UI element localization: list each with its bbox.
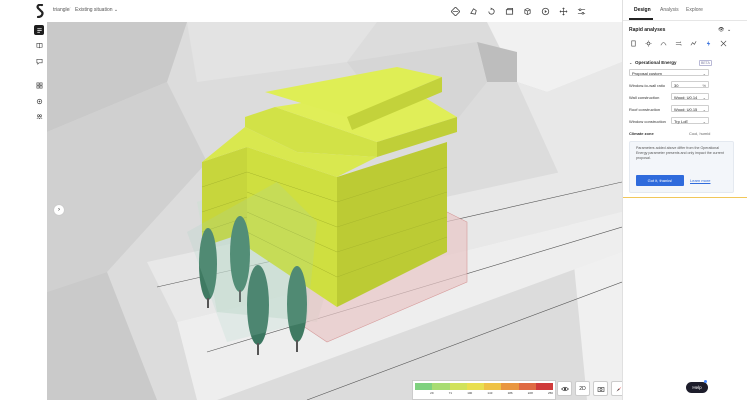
preset-value: Proposal custom — [632, 71, 662, 76]
wall-construction-value: Wood: U0.14 — [674, 95, 698, 100]
legend-swatch — [518, 383, 536, 390]
analysis-icon-row — [629, 39, 728, 48]
app-logo-icon[interactable] — [35, 4, 45, 18]
3d-viewport[interactable]: › 29 71 100 143 186 228 250 2D — [47, 22, 622, 400]
legend-swatch — [466, 383, 484, 390]
play-tool-icon[interactable] — [536, 4, 554, 18]
chevron-down-icon: ⌄ — [702, 95, 706, 100]
box-tool-icon[interactable] — [518, 4, 536, 18]
help-button[interactable]: Help — [686, 382, 708, 393]
got-it-button[interactable]: Got it, thanks! — [636, 175, 684, 186]
book-icon[interactable] — [34, 40, 44, 50]
chevron-down-icon: ⌄ — [113, 7, 119, 13]
chevron-right-icon: › — [58, 207, 60, 213]
comment-icon[interactable] — [34, 56, 44, 66]
learn-more-link[interactable]: Learn more — [690, 178, 710, 183]
color-legend: 29 71 100 143 186 228 250 — [412, 380, 556, 400]
breadcrumb-scenario[interactable]: Existing situation ⌄ — [75, 7, 118, 13]
viewport-controls: 2D — [557, 381, 622, 396]
legend-swatch — [415, 383, 433, 390]
window-to-wall-label: Window-to-wall ratio — [629, 83, 666, 88]
legend-swatch — [501, 383, 519, 390]
window-construction-value: Trp LoE — [674, 119, 689, 124]
left-rail — [0, 22, 47, 400]
beta-badge: BETA — [699, 60, 712, 66]
tab-design[interactable]: Design — [634, 7, 651, 13]
window-construction-select[interactable]: Trp LoE ⌄ — [671, 117, 709, 124]
tab-explore[interactable]: Explore — [686, 7, 703, 13]
legend-tick: 186 — [507, 391, 513, 395]
wall-construction-label: Wall construction — [629, 95, 660, 100]
breadcrumb-project[interactable]: triangle — [53, 7, 69, 13]
wind-analysis-icon[interactable] — [674, 39, 683, 48]
legend-swatch — [484, 383, 502, 390]
eye-icon[interactable]: 👁 — [718, 27, 724, 33]
rapid-analyses-title: Rapid analyses — [629, 27, 666, 33]
settings-icon[interactable] — [34, 96, 44, 106]
noise-analysis-icon[interactable] — [689, 39, 698, 48]
notice-text: Parameters added above differ from the O… — [636, 146, 724, 161]
toolbar — [446, 4, 590, 18]
legend-scale-bar — [415, 383, 553, 390]
preset-select[interactable]: Proposal custom ⌄ — [629, 69, 709, 76]
visibility-icon[interactable] — [557, 381, 572, 396]
proposals-icon[interactable] — [34, 25, 44, 35]
legend-swatch — [535, 383, 553, 390]
chevron-down-icon: ⌄ — [702, 71, 706, 76]
right-panel: Design Analysis Explore Rapid analyses 👁… — [622, 0, 747, 400]
roof-construction-label: Roof construction — [629, 107, 661, 112]
roof-construction-value: Wood: U0.15 — [674, 107, 698, 112]
panel-divider — [623, 197, 747, 198]
roof-construction-select[interactable]: Wood: U0.15 ⌄ — [671, 105, 709, 112]
grid-icon[interactable] — [34, 80, 44, 90]
tab-analysis[interactable]: Analysis — [660, 7, 679, 13]
building-analysis-icon[interactable] — [629, 39, 638, 48]
top-bar: triangle / Existing situation ⌄ — [0, 0, 622, 23]
filter-tool-icon[interactable] — [572, 4, 590, 18]
window-to-wall-value: 30 — [674, 83, 679, 88]
legend-swatch — [449, 383, 467, 390]
layers-tool-icon[interactable] — [500, 4, 518, 18]
legend-tick: 250 — [547, 391, 553, 395]
breadcrumb-separator: / — [69, 7, 71, 13]
legend-tick: 29 — [430, 391, 434, 395]
compass-icon[interactable] — [611, 381, 622, 396]
legend-tick: 143 — [487, 391, 493, 395]
help-notification-dot — [704, 380, 707, 383]
climate-zone-value: Cool, humid — [689, 131, 711, 136]
expand-panel-button[interactable]: › — [53, 204, 65, 216]
scene-render[interactable] — [47, 22, 622, 400]
chevron-down-icon: ⌄ — [702, 107, 706, 112]
wall-construction-select[interactable]: Wood: U0.14 ⌄ — [671, 93, 709, 100]
team-icon[interactable] — [34, 111, 44, 121]
daylight-analysis-icon[interactable] — [659, 39, 668, 48]
legend-tick: 100 — [467, 391, 473, 395]
climate-zone-label: Climate zone — [629, 131, 654, 136]
operational-energy-title: Operational Energy — [635, 60, 677, 65]
collapse-chevron-icon[interactable]: ⌄ — [629, 60, 632, 65]
microclimate-analysis-icon[interactable] — [719, 39, 728, 48]
window-to-wall-input[interactable]: 30 % — [671, 81, 709, 88]
energy-analysis-icon[interactable] — [704, 39, 713, 48]
chevron-down-icon[interactable]: ⌄ — [727, 27, 731, 33]
move-tool-icon[interactable] — [554, 4, 572, 18]
legend-tick: 228 — [527, 391, 533, 395]
active-tab-indicator — [629, 18, 653, 20]
sun-analysis-icon[interactable] — [644, 39, 653, 48]
shape-tool-icon[interactable] — [464, 4, 482, 18]
analysis-tool-icon[interactable] — [446, 4, 464, 18]
camera-icon[interactable] — [593, 381, 608, 396]
panel-tabs: Design Analysis Explore — [623, 0, 747, 21]
chevron-down-icon: ⌄ — [702, 119, 706, 124]
legend-ticks: 29 71 100 143 186 228 250 — [415, 391, 553, 395]
window-construction-label: Window construction — [629, 119, 666, 124]
rotate-tool-icon[interactable] — [482, 4, 500, 18]
legend-tick: 71 — [448, 391, 453, 395]
window-to-wall-unit: % — [702, 83, 706, 88]
view-mode-2d-button[interactable]: 2D — [575, 381, 590, 396]
legend-swatch — [432, 383, 450, 390]
parameters-notice: Parameters added above differ from the O… — [629, 141, 734, 193]
